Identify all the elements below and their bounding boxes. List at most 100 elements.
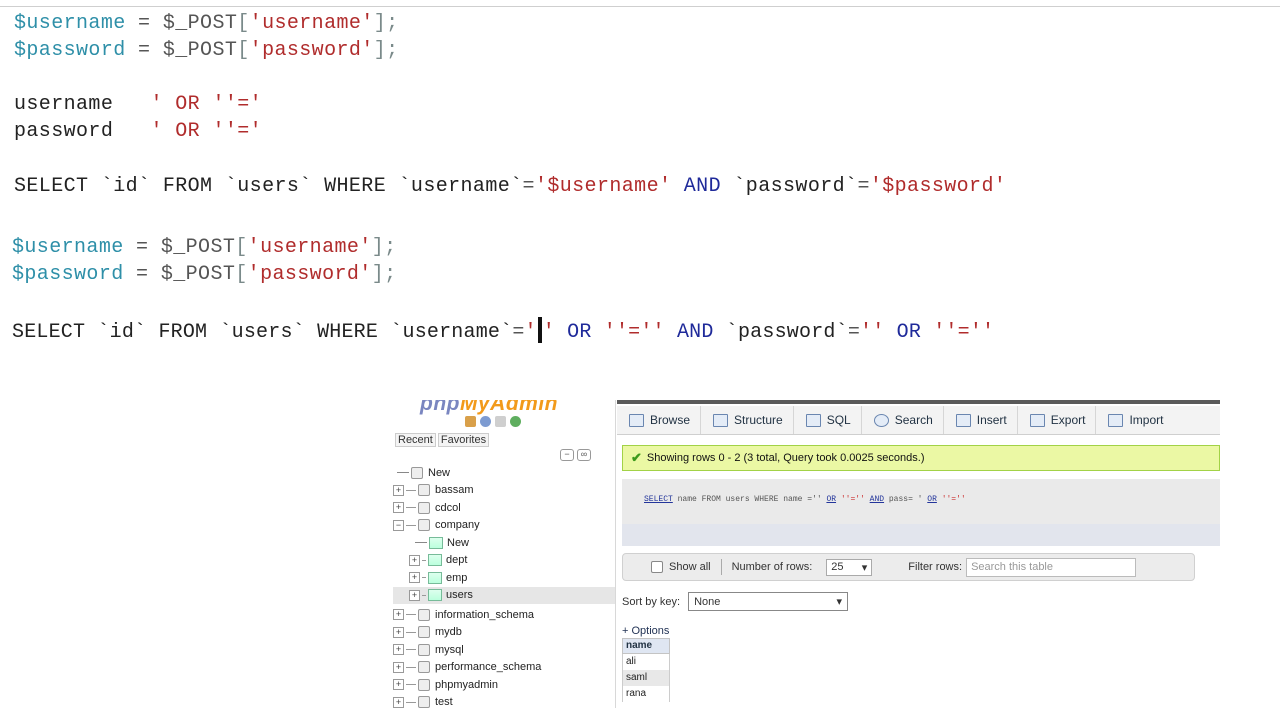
- text-cursor-icon: [537, 317, 542, 343]
- tab-search[interactable]: Search: [862, 406, 944, 434]
- code-snippet: $username = $_POST['username']; $passwor…: [0, 0, 1280, 372]
- tree-item-bassam[interactable]: + bassam: [393, 482, 615, 500]
- code-line-password-post-2: $password = $_POST['password'];: [12, 263, 397, 286]
- export-icon: [1029, 413, 1045, 427]
- tab-export[interactable]: Export: [1018, 406, 1097, 434]
- tree-item-mysql[interactable]: + mysql: [393, 641, 615, 659]
- num-rows-label: Number of rows:: [731, 561, 813, 573]
- dropdown-arrow-icon: ▾: [836, 596, 843, 608]
- sql-actions-bar: [622, 524, 1220, 546]
- table-row: saml: [622, 670, 670, 686]
- structure-icon: [713, 413, 729, 427]
- tree-item-performance-schema[interactable]: + performance_schema: [393, 659, 615, 677]
- column-header-name[interactable]: name: [622, 638, 670, 654]
- tree-item-dept[interactable]: + dept: [393, 552, 615, 570]
- insert-icon: [955, 413, 971, 427]
- tab-insert[interactable]: Insert: [944, 406, 1018, 434]
- sql-icon: [805, 413, 821, 427]
- show-all-label: Show all: [669, 561, 711, 573]
- collapse-icon[interactable]: −: [393, 519, 404, 531]
- expand-icon[interactable]: +: [409, 554, 420, 566]
- database-icon: [418, 626, 430, 639]
- database-icon: [418, 608, 430, 621]
- database-icon: [418, 661, 430, 674]
- main-panel: Browse Structure SQL Search Insert Expor…: [617, 400, 1220, 708]
- collapse-all-icon[interactable]: −: [560, 449, 574, 461]
- logo-icons: [465, 416, 521, 427]
- sort-label: Sort by key:: [622, 595, 681, 608]
- success-message: ✔ Showing rows 0 - 2 (3 total, Query too…: [622, 445, 1220, 471]
- tree-item-company[interactable]: − company: [393, 517, 615, 535]
- tree-item-new[interactable]: New: [393, 464, 615, 482]
- tab-favorites[interactable]: Favorites: [437, 433, 490, 447]
- options-link[interactable]: + Options: [622, 625, 669, 637]
- sql-query-box: SELECT name FROM users WHERE name ='' OR…: [622, 479, 1220, 524]
- home-icon[interactable]: [465, 416, 476, 427]
- database-icon: [418, 484, 430, 497]
- table-icon: [428, 571, 442, 584]
- results-navigation: Show all Number of rows: 25 ▾ Filter rows…: [622, 553, 1195, 581]
- table-icon: [428, 554, 442, 567]
- tab-recent[interactable]: Recent: [395, 433, 436, 447]
- expand-icon[interactable]: +: [393, 484, 404, 496]
- dropdown-arrow-icon: ▾: [861, 561, 868, 574]
- tab-sql[interactable]: SQL: [794, 406, 862, 434]
- expand-icon[interactable]: +: [393, 661, 404, 673]
- tree-item-users[interactable]: + users: [393, 586, 615, 604]
- sort-select[interactable]: None ▾: [688, 592, 849, 611]
- tree-item-mydb[interactable]: + mydb: [393, 624, 615, 642]
- tree-item-phpmyadmin[interactable]: + phpmyadmin: [393, 676, 615, 694]
- tab-structure[interactable]: Structure: [701, 406, 794, 434]
- tree-item-cdcol[interactable]: + cdcol: [393, 499, 615, 517]
- docs-icon[interactable]: [495, 416, 506, 427]
- expand-icon[interactable]: +: [393, 609, 404, 621]
- injected-query-line: SELECT `id` FROM `users` WHERE `username…: [12, 317, 994, 345]
- expand-icon[interactable]: +: [393, 644, 404, 656]
- new-db-icon: [411, 466, 423, 479]
- tab-import[interactable]: Import: [1096, 406, 1173, 434]
- tab-browse[interactable]: Browse: [617, 406, 702, 434]
- search-icon: [873, 413, 889, 427]
- tree-item-emp[interactable]: + emp: [393, 569, 615, 587]
- expand-icon[interactable]: +: [393, 679, 404, 691]
- num-rows-select[interactable]: 25 ▾: [826, 558, 873, 576]
- executed-sql: SELECT name FROM users WHERE name ='' OR…: [644, 495, 966, 504]
- check-icon: ✔: [631, 450, 642, 465]
- expand-icon[interactable]: +: [409, 589, 420, 601]
- settings-icon[interactable]: [480, 416, 491, 427]
- database-icon: [418, 643, 430, 656]
- navigation-panel: phpMyAdmin Recent Favorites − ∞ New + bas…: [385, 400, 616, 708]
- expand-icon[interactable]: +: [393, 696, 404, 708]
- tree-controls: − ∞: [560, 449, 591, 461]
- import-icon: [1108, 413, 1124, 427]
- database-icon: [418, 678, 430, 691]
- reload-icon[interactable]: [510, 416, 521, 427]
- phpmyadmin-window: phpMyAdmin Recent Favorites − ∞ New + bas…: [385, 400, 1220, 708]
- tree-item-test[interactable]: + test: [393, 694, 615, 708]
- tree-item-information-schema[interactable]: + information_schema: [393, 606, 615, 624]
- database-icon: [418, 501, 430, 514]
- breadcrumb: [617, 400, 1220, 404]
- expand-icon[interactable]: +: [409, 572, 420, 584]
- phpmyadmin-logo[interactable]: phpMyAdmin: [420, 400, 558, 416]
- table-row: ali: [622, 654, 670, 670]
- expand-icon[interactable]: +: [393, 502, 404, 514]
- expand-icon[interactable]: +: [393, 626, 404, 638]
- show-all-checkbox[interactable]: [651, 561, 663, 573]
- filter-label: Filter rows:: [908, 561, 963, 573]
- table-row: rana: [622, 686, 670, 702]
- table-tabs: Browse Structure SQL Search Insert Expor…: [617, 406, 1220, 435]
- input-password-line: password ' OR ''=': [14, 120, 263, 143]
- filter-input[interactable]: Search this table: [966, 557, 1137, 577]
- tree-item-company-new[interactable]: New: [393, 534, 615, 552]
- database-tree: New + bassam + cdcol − company New + dept + e…: [393, 464, 615, 708]
- browse-icon: [629, 413, 644, 427]
- database-icon: [418, 519, 430, 532]
- code-line-username-post-2: $username = $_POST['username'];: [12, 236, 397, 259]
- code-line-password-post: $password = $_POST['password'];: [14, 39, 399, 62]
- divider: [720, 559, 722, 575]
- sidebar-tabs: Recent Favorites: [395, 433, 490, 447]
- link-icon[interactable]: ∞: [577, 449, 591, 461]
- new-table-icon: [429, 536, 443, 549]
- input-username-line: username ' OR ''=': [14, 93, 263, 116]
